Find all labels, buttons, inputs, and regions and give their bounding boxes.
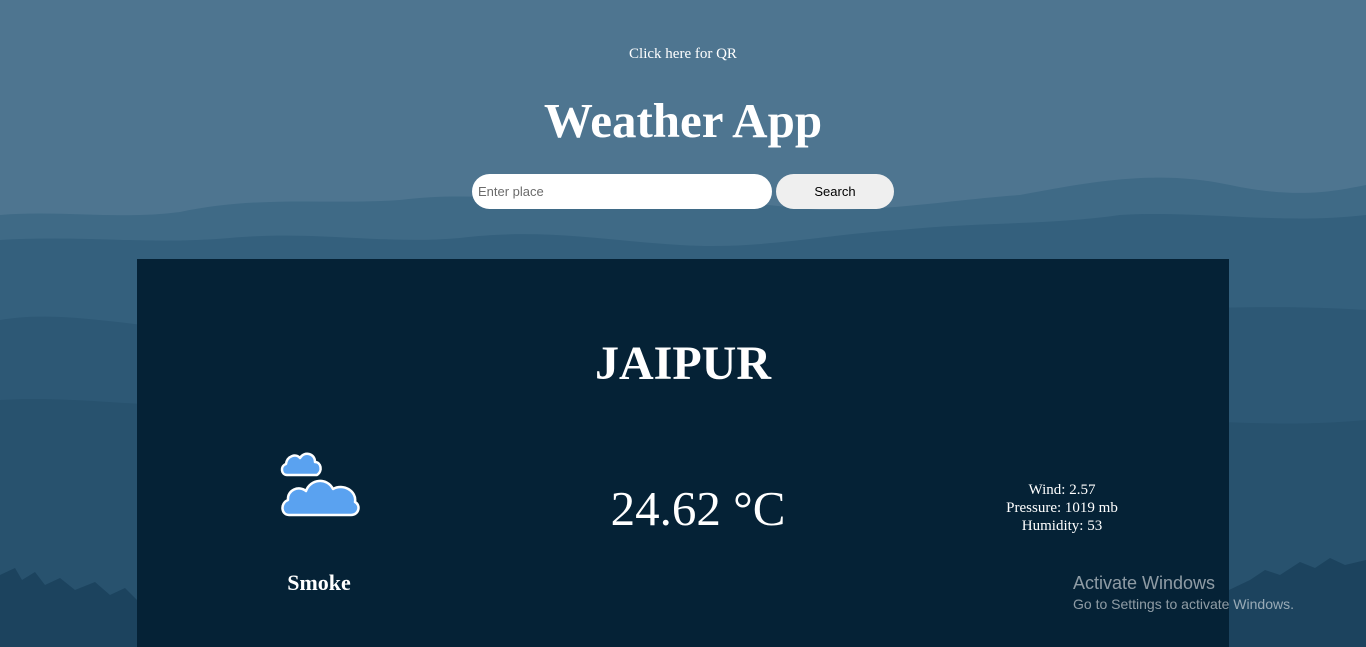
activate-windows-watermark: Activate Windows Go to Settings to activ… <box>1073 571 1294 613</box>
weather-details: Wind: 2.57 Pressure: 1019 mb Humidity: 5… <box>967 481 1157 535</box>
wind-value: Wind: 2.57 <box>1028 482 1096 498</box>
watermark-subtitle: Go to Settings to activate Windows. <box>1073 596 1294 612</box>
qr-link[interactable]: Click here for QR <box>0 46 1366 63</box>
search-input[interactable] <box>472 174 772 209</box>
pressure-value: Pressure: 1019 mb <box>1006 500 1118 516</box>
cloud-icon <box>280 452 360 517</box>
temperature-value: 24.62 °C <box>610 481 786 536</box>
search-bar: Search <box>472 174 894 209</box>
humidity-value: Humidity: 53 <box>1021 518 1103 534</box>
weather-card: JAIPUR Smoke 24.62 °C Wind: 2.57 Pressur… <box>137 259 1229 647</box>
page-title: Weather App <box>543 93 823 148</box>
watermark-title: Activate Windows <box>1073 573 1216 593</box>
city-name: JAIPUR <box>595 337 771 390</box>
weather-condition: Smoke <box>287 570 351 595</box>
search-button[interactable]: Search <box>776 174 894 209</box>
